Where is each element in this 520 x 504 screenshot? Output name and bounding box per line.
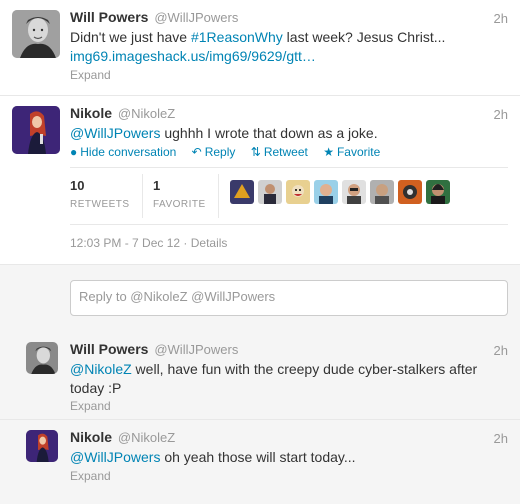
retweeter-avatar[interactable]: [314, 180, 338, 204]
star-icon: ★: [323, 145, 334, 159]
divider: [70, 167, 508, 168]
reply-input[interactable]: Reply to @NikoleZ @WillJPowers: [70, 280, 508, 316]
tweet-text-part: oh yeah those will start today...: [160, 449, 356, 465]
tweet-text: @WillJPowers oh yeah those will start to…: [70, 448, 508, 467]
conversation-icon: ●: [70, 145, 78, 159]
avatar-will-powers[interactable]: [12, 10, 60, 58]
retweeter-avatar[interactable]: [286, 180, 310, 204]
reply-button[interactable]: ↶ Reply: [192, 145, 236, 159]
tweet-text: Didn't we just have #1ReasonWhy last wee…: [70, 28, 508, 66]
tweet-actions: ● Hide conversation ↶ Reply ⇅ Retweet ★ Favo…: [70, 145, 392, 159]
author-handle[interactable]: @WillJPowers: [154, 10, 238, 25]
author-handle[interactable]: @WillJPowers: [154, 342, 238, 357]
retweeter-avatar[interactable]: [258, 180, 282, 204]
retweets-stat[interactable]: 10 RETWEETS: [70, 178, 130, 210]
avatar-will-powers[interactable]: [26, 342, 58, 374]
author-name[interactable]: Nikole: [70, 105, 112, 121]
tweet-text-part: well, have fun with the creepy dude cybe…: [70, 361, 478, 396]
tweet-time[interactable]: 2h: [494, 107, 508, 122]
favorites-stat[interactable]: 1 FAVORITE: [153, 178, 206, 210]
retweeter-avatar[interactable]: [370, 180, 394, 204]
retweet-label: Retweet: [263, 145, 308, 159]
mention-link[interactable]: @NikoleZ: [70, 361, 132, 377]
details-link[interactable]: Details: [191, 236, 228, 250]
avatar-nikole[interactable]: [26, 430, 58, 462]
divider: [70, 224, 508, 225]
tweet-header: Nikole @NikoleZ: [70, 429, 175, 445]
expand-link[interactable]: Expand: [70, 399, 111, 413]
expand-link[interactable]: Expand: [70, 469, 111, 483]
tweet-text: @WillJPowers ughhh I wrote that down as …: [70, 124, 508, 143]
tweet-text-part: Didn't we just have: [70, 29, 191, 45]
expand-link[interactable]: Expand: [70, 68, 111, 82]
tweet-nikole-expanded[interactable]: Nikole @NikoleZ 2h @WillJPowers ughhh I …: [0, 96, 520, 332]
mention-link[interactable]: @WillJPowers: [70, 125, 160, 141]
hide-conversation-button[interactable]: ● Hide conversation: [70, 145, 176, 159]
retweeter-avatar[interactable]: [426, 180, 450, 204]
retweet-icon: ⇅: [250, 145, 261, 159]
reply-area: Reply to @NikoleZ @WillJPowers: [0, 264, 520, 332]
tweet-meta: 12:03 PM - 7 Dec 12 · Details: [70, 236, 228, 250]
tweet-header: Nikole @NikoleZ: [70, 105, 175, 121]
retweeter-avatar[interactable]: [342, 180, 366, 204]
tweet-will-powers-1[interactable]: Will Powers @WillJPowers 2h Didn't we ju…: [0, 0, 520, 96]
retweets-label: RETWEETS: [70, 199, 130, 210]
avatar-nikole[interactable]: [12, 106, 60, 154]
favorite-label: Favorite: [336, 145, 381, 159]
tweet-time[interactable]: 2h: [494, 431, 508, 446]
tweet-header: Will Powers @WillJPowers: [70, 9, 238, 25]
tweet-timestamp[interactable]: 12:03 PM - 7 Dec 12: [70, 236, 180, 250]
tweet-nikole-reply[interactable]: Nikole @NikoleZ 2h @WillJPowers oh yeah …: [0, 420, 520, 504]
tweet-text: @NikoleZ well, have fun with the creepy …: [70, 360, 508, 398]
author-handle[interactable]: @NikoleZ: [118, 430, 175, 445]
hide-conversation-label: Hide conversation: [80, 145, 177, 159]
retweet-button[interactable]: ⇅ Retweet: [251, 145, 308, 159]
hashtag-link[interactable]: #1ReasonWhy: [191, 29, 283, 45]
favorites-count: 1: [153, 178, 161, 193]
author-name[interactable]: Will Powers: [70, 341, 148, 357]
tweet-text-part: last week? Jesus Christ...: [282, 29, 446, 45]
reply-label: Reply: [204, 145, 236, 159]
retweeter-avatar[interactable]: [230, 180, 254, 204]
image-link[interactable]: img69.imageshack.us/img69/9629/gtt…: [70, 48, 316, 64]
divider: [218, 174, 219, 218]
author-name[interactable]: Nikole: [70, 429, 112, 445]
tweet-time[interactable]: 2h: [494, 343, 508, 358]
tweet-time[interactable]: 2h: [494, 11, 508, 26]
divider: [142, 174, 143, 218]
retweets-count: 10: [70, 178, 85, 193]
author-handle[interactable]: @NikoleZ: [118, 106, 175, 121]
tweet-text-part: ughhh I wrote that down as a joke.: [160, 125, 378, 141]
mention-link[interactable]: @WillJPowers: [70, 449, 160, 465]
tweet-header: Will Powers @WillJPowers: [70, 341, 238, 357]
tweet-will-powers-reply[interactable]: Will Powers @WillJPowers 2h @NikoleZ wel…: [0, 332, 520, 420]
favorite-button[interactable]: ★ Favorite: [323, 145, 380, 159]
retweeter-avatar[interactable]: [398, 180, 422, 204]
author-name[interactable]: Will Powers: [70, 9, 148, 25]
favorites-label: FAVORITE: [153, 199, 206, 210]
reply-arrow-icon: ↶: [191, 145, 202, 159]
